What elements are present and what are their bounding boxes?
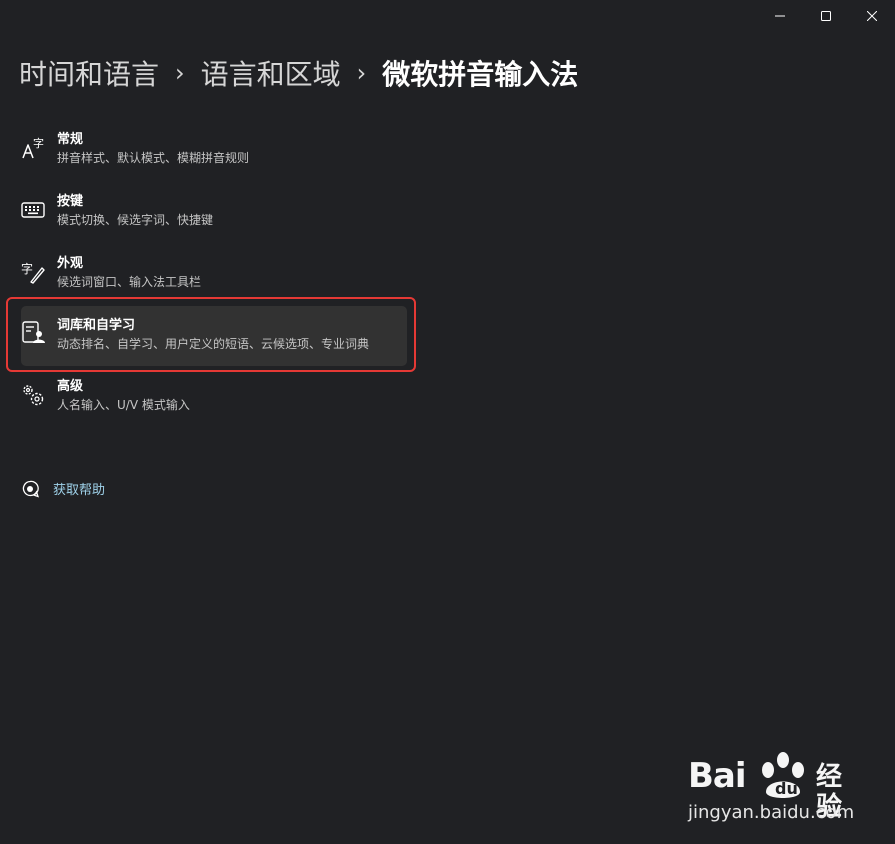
annotation-highlight (6, 297, 416, 372)
setting-description: 候选词窗口、输入法工具栏 (57, 275, 202, 289)
breadcrumb-time-language[interactable]: 时间和语言 (19, 56, 159, 94)
maximize-icon (821, 11, 831, 21)
gears-icon (21, 383, 45, 407)
get-help-link[interactable]: 获取帮助 (21, 479, 105, 498)
setting-title: 按键 (57, 194, 84, 209)
breadcrumb-separator: › (356, 59, 367, 87)
svg-text:字: 字 (21, 261, 33, 276)
close-button[interactable] (849, 0, 895, 32)
svg-text:字: 字 (33, 136, 44, 150)
setting-description: 模式切换、候选字词、快捷键 (57, 213, 214, 227)
character-pen-icon: 字 (21, 260, 45, 284)
setting-description: 人名输入、U/V 模式输入 (57, 398, 190, 412)
setting-item-advanced[interactable]: 高级 人名输入、U/V 模式输入 (21, 373, 407, 433)
setting-title: 高级 (57, 379, 84, 394)
watermark-brand: Bai (688, 756, 747, 796)
setting-description: 拼音样式、默认模式、模糊拼音规则 (57, 151, 250, 165)
setting-title: 常规 (57, 132, 84, 147)
breadcrumb-separator: › (175, 59, 185, 87)
setting-title: 外观 (57, 256, 84, 271)
keyboard-icon (21, 198, 45, 222)
close-icon (867, 11, 877, 21)
minimize-icon (775, 15, 785, 17)
get-help-label: 获取帮助 (53, 483, 106, 498)
setting-item-keys[interactable]: 按键 模式切换、候选字词、快捷键 (21, 188, 407, 248)
breadcrumb-language-region[interactable]: 语言和区域 (201, 56, 341, 94)
breadcrumb: 时间和语言 › 语言和区域 › 微软拼音输入法 (19, 56, 578, 94)
font-character-icon: 字 (21, 136, 45, 160)
page-title: 微软拼音输入法 (382, 58, 579, 91)
baidu-jingyan-watermark: Bai du 经验 jingyan.baidu.com (688, 750, 858, 830)
minimize-button[interactable] (757, 0, 803, 32)
maximize-button[interactable] (803, 0, 849, 32)
svg-text:du: du (775, 779, 798, 798)
window-controls (757, 0, 895, 32)
setting-item-general[interactable]: 字 常规 拼音样式、默认模式、模糊拼音规则 (21, 126, 407, 186)
help-chat-icon (22, 480, 39, 498)
watermark-url: jingyan.baidu.com (688, 802, 855, 823)
paw-icon: du (762, 752, 804, 798)
